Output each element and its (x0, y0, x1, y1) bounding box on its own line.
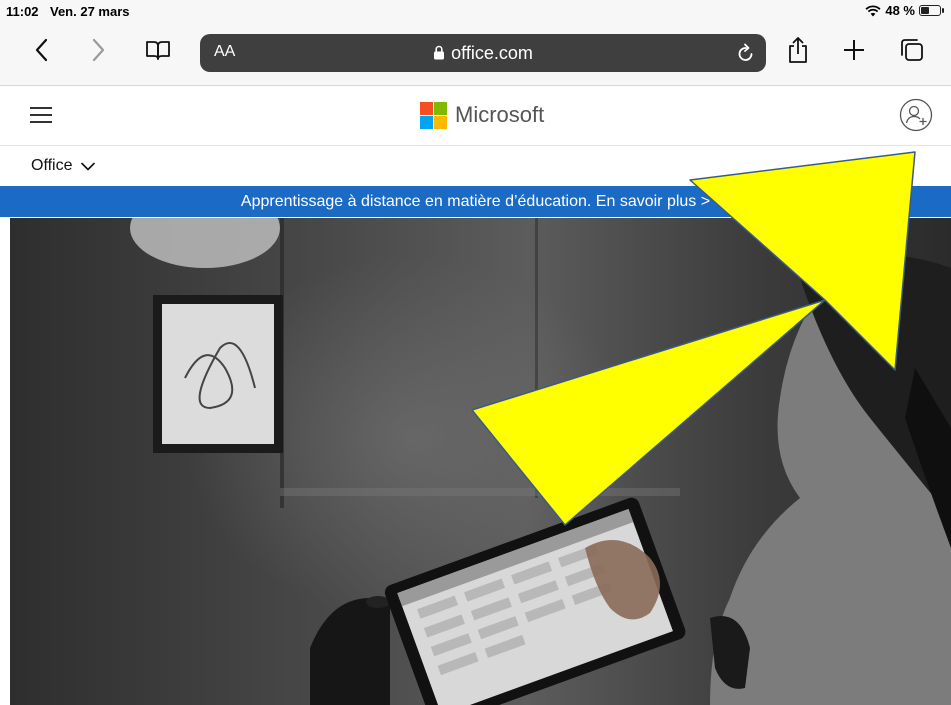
tabs-overview-button[interactable] (894, 32, 930, 68)
product-nav-bar: Office (0, 146, 951, 188)
url-text: office.com (451, 43, 533, 63)
hero-image (10, 218, 951, 705)
brand-name: Microsoft (455, 102, 545, 127)
status-date: Ven. 27 mars (50, 4, 130, 19)
promo-banner-text: Apprentissage à distance en matière d’éd… (240, 193, 711, 210)
status-right-group: 48 % (865, 3, 944, 18)
tabs-icon (901, 39, 923, 61)
book-icon (146, 41, 170, 60)
hero-photo-illustration (130, 218, 951, 705)
share-icon (789, 37, 807, 63)
hamburger-line (30, 121, 52, 123)
microsoft-logo-link[interactable]: Microsoft (420, 100, 544, 130)
browser-toolbar: AA office.com (0, 22, 951, 86)
plus-icon (844, 40, 864, 60)
hamburger-line (30, 107, 52, 109)
wifi-icon (865, 4, 881, 16)
forward-button[interactable] (80, 32, 116, 68)
url-display[interactable]: office.com (200, 43, 766, 64)
battery-level-fill (921, 7, 929, 14)
address-bar[interactable]: AA office.com (200, 34, 766, 72)
back-button[interactable] (24, 32, 60, 68)
chevron-down-icon (80, 162, 95, 170)
battery-percent: 48 % (885, 3, 915, 18)
hamburger-icon[interactable] (30, 107, 52, 123)
reload-icon (738, 43, 753, 61)
hero-margin (0, 218, 10, 705)
status-time: 11:02 (6, 4, 39, 19)
logo-square-red (420, 101, 433, 115)
chevron-left-icon (35, 38, 48, 62)
bookmarks-button[interactable] (140, 32, 176, 68)
new-tab-button[interactable] (836, 32, 872, 68)
logo-square-yellow (434, 115, 447, 129)
chevron-right-icon (92, 38, 105, 62)
promo-banner[interactable]: Apprentissage à distance en matière d’éd… (0, 186, 951, 217)
office-menu-dropdown[interactable]: Office (31, 157, 95, 175)
battery-icon (919, 5, 944, 16)
share-button[interactable] (780, 32, 816, 68)
lock-icon (434, 45, 445, 60)
office-menu-label: Office (31, 157, 73, 174)
site-header: Microsoft (0, 86, 951, 146)
reload-button[interactable] (736, 42, 756, 69)
account-button[interactable] (899, 98, 933, 132)
logo-square-blue (420, 115, 433, 129)
account-add-icon (899, 98, 933, 132)
screenshot-frame: 11:02 Ven. 27 mars 48 % AA office.com Mi… (0, 0, 951, 705)
logo-square-green (434, 101, 447, 115)
microsoft-logo-icon (420, 101, 447, 129)
hamburger-line (30, 114, 52, 116)
status-bar: 11:02 Ven. 27 mars 48 % (0, 0, 951, 22)
